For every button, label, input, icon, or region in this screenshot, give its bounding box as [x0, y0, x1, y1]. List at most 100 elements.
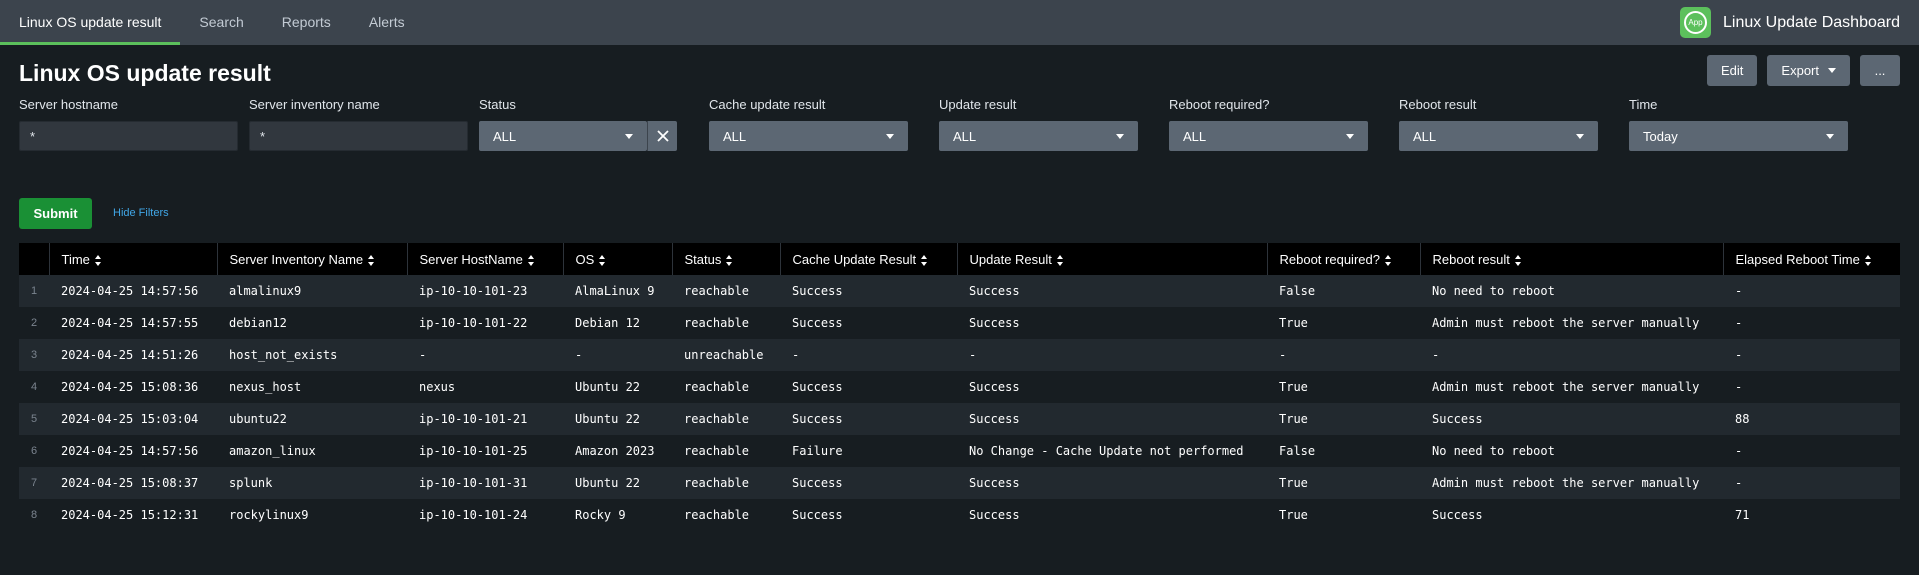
reboot-required-select[interactable]: ALL: [1169, 121, 1368, 151]
cell-reboot-required: True: [1267, 307, 1420, 339]
cell-server-hostname: ip-10-10-101-21: [407, 403, 563, 435]
chevron-down-icon: [1116, 133, 1124, 139]
cell-status: reachable: [672, 307, 780, 339]
status-select[interactable]: ALL: [479, 121, 647, 151]
cell-reboot-result: No need to reboot: [1420, 275, 1723, 307]
chevron-down-icon: [1826, 133, 1834, 139]
cache-update-result-select[interactable]: ALL: [709, 121, 908, 151]
cell-server-hostname: ip-10-10-101-25: [407, 435, 563, 467]
column-header-elapsed-reboot-time[interactable]: Elapsed Reboot Time: [1722, 243, 1900, 275]
cell-cache-update-result: Success: [780, 467, 957, 499]
app-brand[interactable]: App Linux Update Dashboard: [1679, 7, 1900, 38]
hide-filters-link[interactable]: Hide Filters: [113, 207, 169, 219]
results-table: Time Server Inventory Name Server HostNa…: [19, 243, 1900, 531]
column-header-server-inventory-name[interactable]: Server Inventory Name: [216, 243, 407, 275]
sort-icon: [1384, 254, 1392, 266]
cell-status: reachable: [672, 371, 780, 403]
row-number: 5: [19, 403, 49, 435]
sort-icon: [599, 254, 606, 266]
cell-status: reachable: [672, 435, 780, 467]
submit-button[interactable]: Submit: [19, 198, 92, 229]
app-icon-label: App: [1683, 11, 1707, 34]
cell-update-result: -: [957, 339, 1267, 371]
cell-server-hostname: ip-10-10-101-31: [407, 467, 563, 499]
column-header-label: Server HostName: [419, 251, 523, 267]
nav-item-alerts[interactable]: Alerts: [350, 0, 424, 45]
clear-status-button[interactable]: [647, 121, 677, 151]
export-button[interactable]: Export: [1767, 55, 1850, 86]
app-title: Linux Update Dashboard: [1722, 13, 1900, 31]
table-row: 3 2024-04-25 14:51:26 host_not_exists - …: [19, 339, 1900, 371]
column-header-label: Cache Update Result: [792, 251, 917, 267]
cell-time: 2024-04-25 14:57:56: [49, 275, 217, 307]
cell-reboot-required: True: [1267, 371, 1420, 403]
edit-button-label: Edit: [1721, 63, 1744, 78]
chevron-down-icon: [1576, 133, 1584, 139]
nav-item-linux-os-update-result[interactable]: Linux OS update result: [0, 0, 181, 45]
reboot-result-select[interactable]: ALL: [1399, 121, 1598, 151]
filter-label: Cache update result: [709, 97, 826, 112]
nav-item-reports[interactable]: Reports: [263, 0, 350, 45]
update-result-select[interactable]: ALL: [939, 121, 1138, 151]
filter-label: Update result: [939, 97, 1017, 112]
cell-cache-update-result: Success: [780, 499, 957, 531]
filter-label: Server hostname: [19, 97, 118, 112]
row-number: 7: [19, 467, 49, 499]
status-select-value: ALL: [493, 128, 517, 144]
filter-reboot-result: Reboot result ALL: [1399, 97, 1598, 151]
chevron-down-icon: [1828, 68, 1836, 73]
column-header-reboot-required[interactable]: Reboot required?: [1266, 243, 1420, 275]
cell-time: 2024-04-25 15:08:37: [49, 467, 217, 499]
filter-label: Time: [1629, 97, 1658, 112]
cell-reboot-result: Admin must reboot the server manually: [1420, 307, 1723, 339]
row-number: 6: [19, 435, 49, 467]
column-header-label: Update Result: [969, 251, 1052, 267]
column-header-label: Status: [684, 251, 722, 267]
row-number: 4: [19, 371, 49, 403]
page-title: Linux OS update result: [19, 60, 271, 86]
cell-os: Rocky 9: [563, 499, 672, 531]
cell-cache-update-result: Success: [780, 403, 957, 435]
column-header-time[interactable]: Time: [48, 243, 217, 275]
close-icon: [656, 130, 669, 142]
cell-elapsed-reboot-time: -: [1723, 307, 1900, 339]
cell-elapsed-reboot-time: -: [1723, 467, 1900, 499]
cell-time: 2024-04-25 14:57:56: [49, 435, 217, 467]
cell-update-result: Success: [957, 499, 1267, 531]
row-number: 8: [19, 499, 49, 531]
row-number: 2: [19, 307, 49, 339]
sort-icon: [726, 254, 733, 266]
cell-update-result: Success: [957, 371, 1267, 403]
filter-label: Reboot result: [1399, 97, 1477, 112]
time-range-picker[interactable]: Today: [1629, 121, 1848, 151]
reboot-required-value: ALL: [1183, 128, 1207, 144]
row-number: 3: [19, 339, 49, 371]
cell-os: Amazon 2023: [563, 435, 672, 467]
more-actions-button[interactable]: ...: [1860, 55, 1900, 86]
cell-time: 2024-04-25 14:51:26: [49, 339, 217, 371]
column-header-reboot-result[interactable]: Reboot result: [1419, 243, 1723, 275]
column-header-label: Reboot result: [1432, 251, 1510, 267]
column-header-status[interactable]: Status: [671, 243, 780, 275]
table-row: 1 2024-04-25 14:57:56 almalinux9 ip-10-1…: [19, 275, 1900, 307]
column-header-cache-update-result[interactable]: Cache Update Result: [779, 243, 957, 275]
cell-reboot-required: False: [1267, 435, 1420, 467]
column-header-update-result[interactable]: Update Result: [956, 243, 1267, 275]
cell-update-result: Success: [957, 307, 1267, 339]
column-header-server-hostname[interactable]: Server HostName: [406, 243, 563, 275]
cell-reboot-result: -: [1420, 339, 1723, 371]
server-hostname-input[interactable]: *: [19, 121, 238, 151]
cell-reboot-required: -: [1267, 339, 1420, 371]
nav-item-search[interactable]: Search: [180, 0, 262, 45]
filter-reboot-required: Reboot required? ALL: [1169, 97, 1368, 151]
sort-icon: [1864, 254, 1872, 266]
time-range-value: Today: [1643, 128, 1678, 144]
cell-os: Debian 12: [563, 307, 672, 339]
column-header-label: Server Inventory Name: [229, 251, 364, 267]
server-inventory-name-input[interactable]: *: [249, 121, 468, 151]
cell-reboot-result: Admin must reboot the server manually: [1420, 467, 1723, 499]
cell-server-hostname: ip-10-10-101-22: [407, 307, 563, 339]
column-header-os[interactable]: OS: [562, 243, 672, 275]
cell-status: reachable: [672, 467, 780, 499]
edit-button[interactable]: Edit: [1707, 55, 1758, 86]
